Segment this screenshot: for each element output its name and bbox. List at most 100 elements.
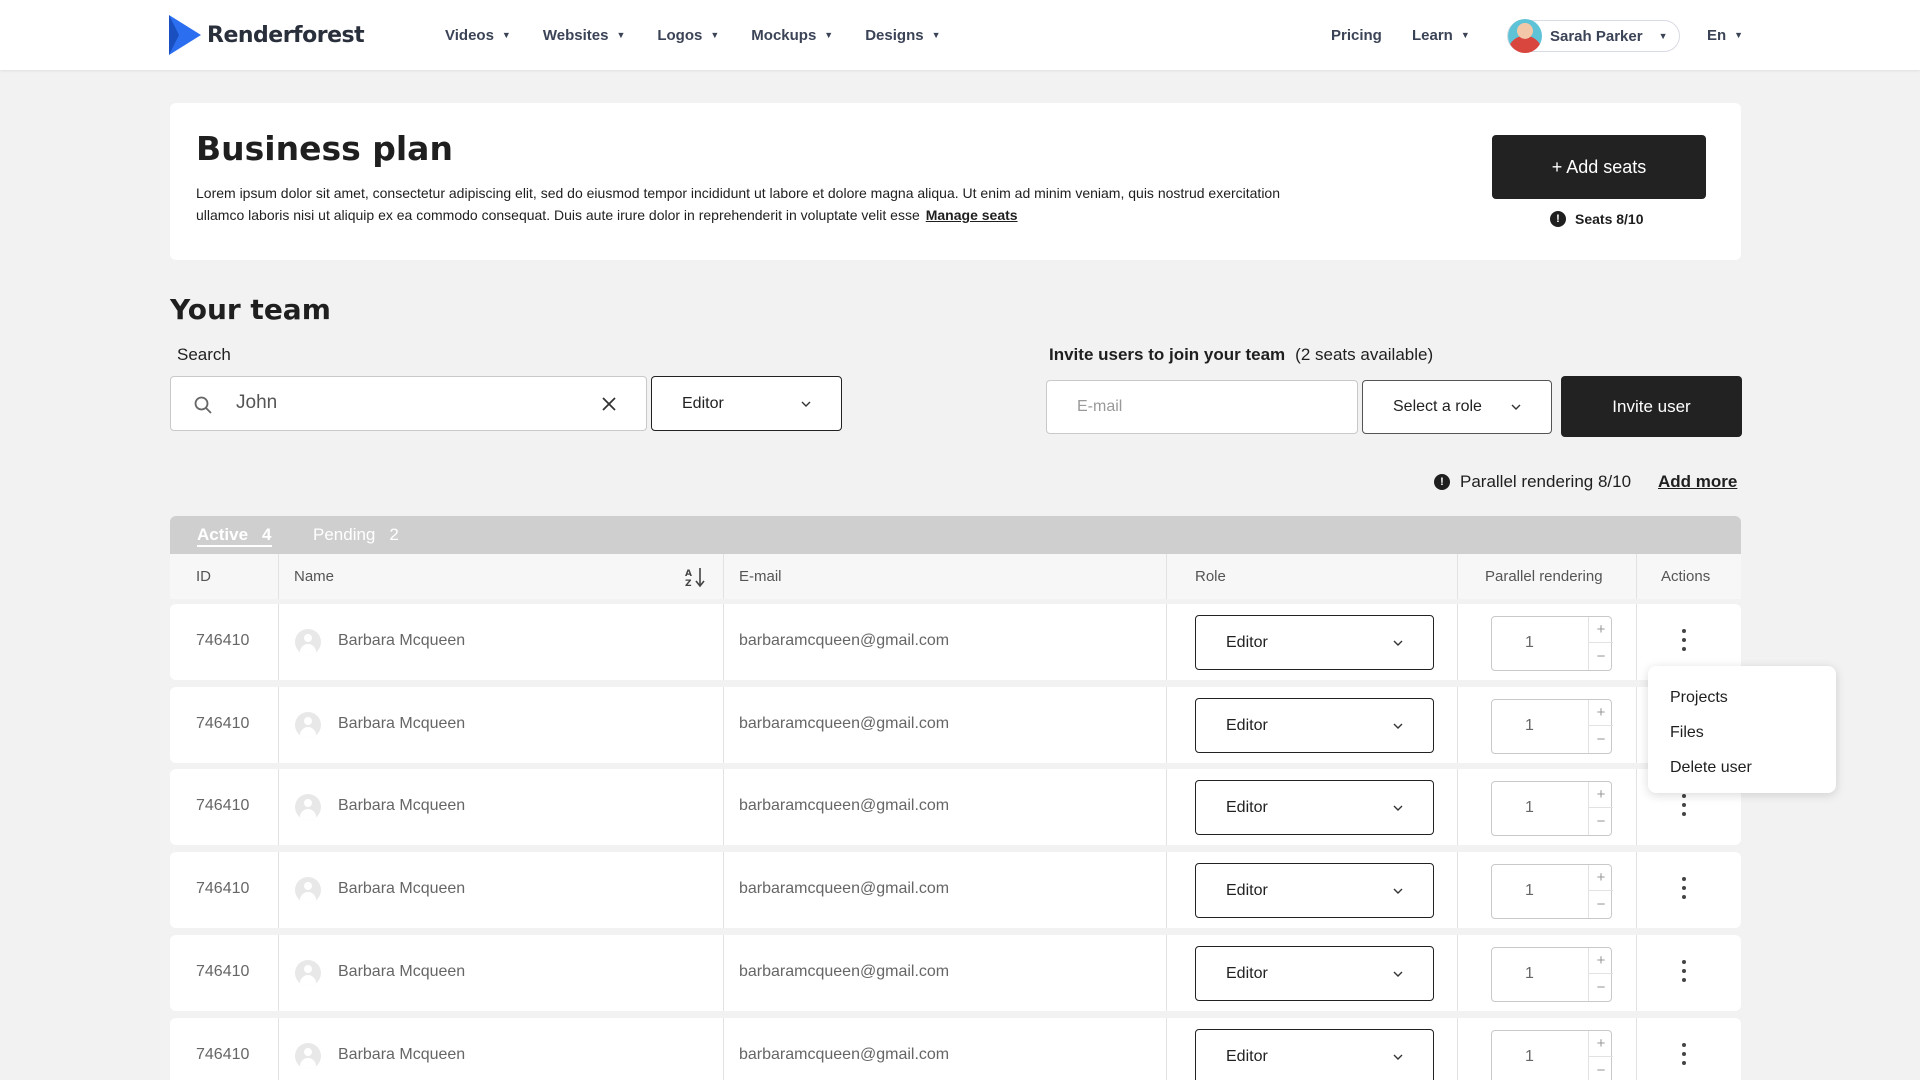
parallel-rendering-status: ! Parallel rendering 8/10 [1434,472,1631,492]
column-divider [723,604,724,680]
minus-icon[interactable]: − [1589,1057,1613,1080]
minus-icon[interactable]: − [1589,808,1613,834]
minus-icon[interactable]: − [1589,974,1613,1000]
user-avatar-icon [295,629,321,655]
row-role-select[interactable]: Editor [1195,698,1434,753]
nav-learn-menu[interactable]: Learn ▼ [1412,0,1470,70]
plus-icon[interactable]: + [1589,1031,1613,1057]
add-seats-button[interactable]: + Add seats [1492,135,1706,199]
more-actions-icon[interactable] [1680,960,1688,986]
brand-logo[interactable]: Renderforest [169,15,365,55]
parallel-rendering-stepper[interactable]: 1 + − [1491,699,1613,754]
stepper-value: 1 [1525,634,1534,651]
user-name: Sarah Parker [1550,27,1643,45]
invite-user-button[interactable]: Invite user [1561,376,1742,437]
user-menu[interactable]: Sarah Parker ▼ [1507,19,1680,53]
tab-active[interactable]: Active 4 [197,525,272,547]
nav-item-logos[interactable]: Logos ▼ [657,27,719,44]
row-role-select[interactable]: Editor [1195,1029,1434,1080]
parallel-rendering-stepper[interactable]: 1 + − [1491,781,1613,836]
user-avatar-icon [295,1043,321,1069]
more-actions-icon[interactable] [1680,1043,1688,1069]
add-more-link[interactable]: Add more [1658,472,1737,492]
more-actions-icon[interactable] [1680,629,1688,655]
row-role-select[interactable]: Editor [1195,780,1434,835]
column-divider [278,604,279,680]
caret-down-icon: ▼ [710,30,720,40]
search-input[interactable]: John [170,376,647,431]
row-role-value: Editor [1226,798,1268,816]
invite-role-select[interactable]: Select a role [1362,380,1552,434]
column-divider [1457,604,1458,680]
plus-icon[interactable]: + [1589,782,1613,808]
main-menu: Videos ▼ Websites ▼ Logos ▼ Mockups ▼ Design… [445,0,941,70]
plus-icon[interactable]: + [1589,865,1613,891]
plan-description-text: Lorem ipsum dolor sit amet, consectetur … [196,185,1280,223]
plus-icon[interactable]: + [1589,617,1613,643]
brand-name: Renderforest [207,22,365,48]
role-filter-select[interactable]: Editor [651,376,842,431]
nav-item-mockups[interactable]: Mockups ▼ [751,27,833,44]
caret-down-icon: ▼ [824,30,834,40]
role-filter-value: Editor [682,394,724,412]
language-selector[interactable]: En ▼ [1707,0,1743,70]
nav-pricing-link[interactable]: Pricing [1331,0,1382,70]
close-icon[interactable] [599,394,619,414]
sort-icon[interactable]: A Z [684,566,706,588]
column-divider [1166,554,1167,599]
column-divider [278,852,279,928]
cell-id: 746410 [196,797,250,814]
parallel-rendering-stepper[interactable]: 1 + − [1491,864,1613,919]
parallel-rendering-stepper[interactable]: 1 + − [1491,1030,1613,1080]
table-row: 746410 Barbara Mcqueen barbaramcqueen@gmai… [170,852,1741,928]
nav-item-websites[interactable]: Websites ▼ [543,27,626,44]
chevron-down-icon [1511,404,1521,410]
nav-item-label: Logos [657,26,703,44]
row-role-select[interactable]: Editor [1195,615,1434,670]
column-divider [723,852,724,928]
column-divider [1636,852,1637,928]
seats-text: Seats 8/10 [1575,211,1644,227]
parallel-rendering-stepper[interactable]: 1 + − [1491,616,1613,671]
row-role-select[interactable]: Editor [1195,946,1434,1001]
cell-name: Barbara Mcqueen [338,1046,466,1063]
more-actions-icon[interactable] [1680,877,1688,903]
search-value: John [236,392,278,413]
chevron-down-icon [1393,888,1403,894]
info-icon: ! [1434,474,1450,490]
column-divider [278,687,279,763]
cell-id: 746410 [196,963,250,980]
nav-item-label: Videos [445,26,494,44]
table-row: 746410 Barbara Mcqueen barbaramcqueen@gmai… [170,687,1741,763]
stepper-buttons: + − [1588,1031,1613,1080]
column-divider [1636,687,1637,763]
role-select-placeholder: Select a role [1393,398,1482,415]
stepper-value: 1 [1525,965,1534,982]
parallel-rendering-stepper[interactable]: 1 + − [1491,947,1613,1002]
cell-name: Barbara Mcqueen [338,797,466,814]
header-parallel-rendering: Parallel rendering [1485,568,1603,585]
minus-icon[interactable]: − [1589,726,1613,752]
manage-seats-link[interactable]: Manage seats [926,207,1018,223]
plus-icon[interactable]: + [1589,948,1613,974]
minus-icon[interactable]: − [1589,643,1613,669]
nav-item-videos[interactable]: Videos ▼ [445,27,511,44]
minus-icon[interactable]: − [1589,891,1613,917]
more-actions-icon[interactable] [1680,794,1688,820]
menu-item-delete-user[interactable]: Delete user [1648,750,1836,785]
plus-icon[interactable]: + [1589,700,1613,726]
menu-item-projects[interactable]: Projects [1648,680,1836,715]
nav-item-designs[interactable]: Designs ▼ [865,27,940,44]
row-role-value: Editor [1226,716,1268,734]
stepper-value: 1 [1525,1048,1534,1065]
invite-email-field[interactable]: E-mail [1046,380,1358,434]
caret-down-icon: ▼ [931,30,941,40]
user-avatar [1508,19,1542,53]
seats-status: ! Seats 8/10 [1550,211,1644,227]
row-role-select[interactable]: Editor [1195,863,1434,918]
tab-pending[interactable]: Pending 2 [313,525,399,545]
caret-down-icon: ▼ [1460,30,1470,40]
column-divider [1457,852,1458,928]
cell-email: barbaramcqueen@gmail.com [739,632,950,649]
menu-item-files[interactable]: Files [1648,715,1836,750]
